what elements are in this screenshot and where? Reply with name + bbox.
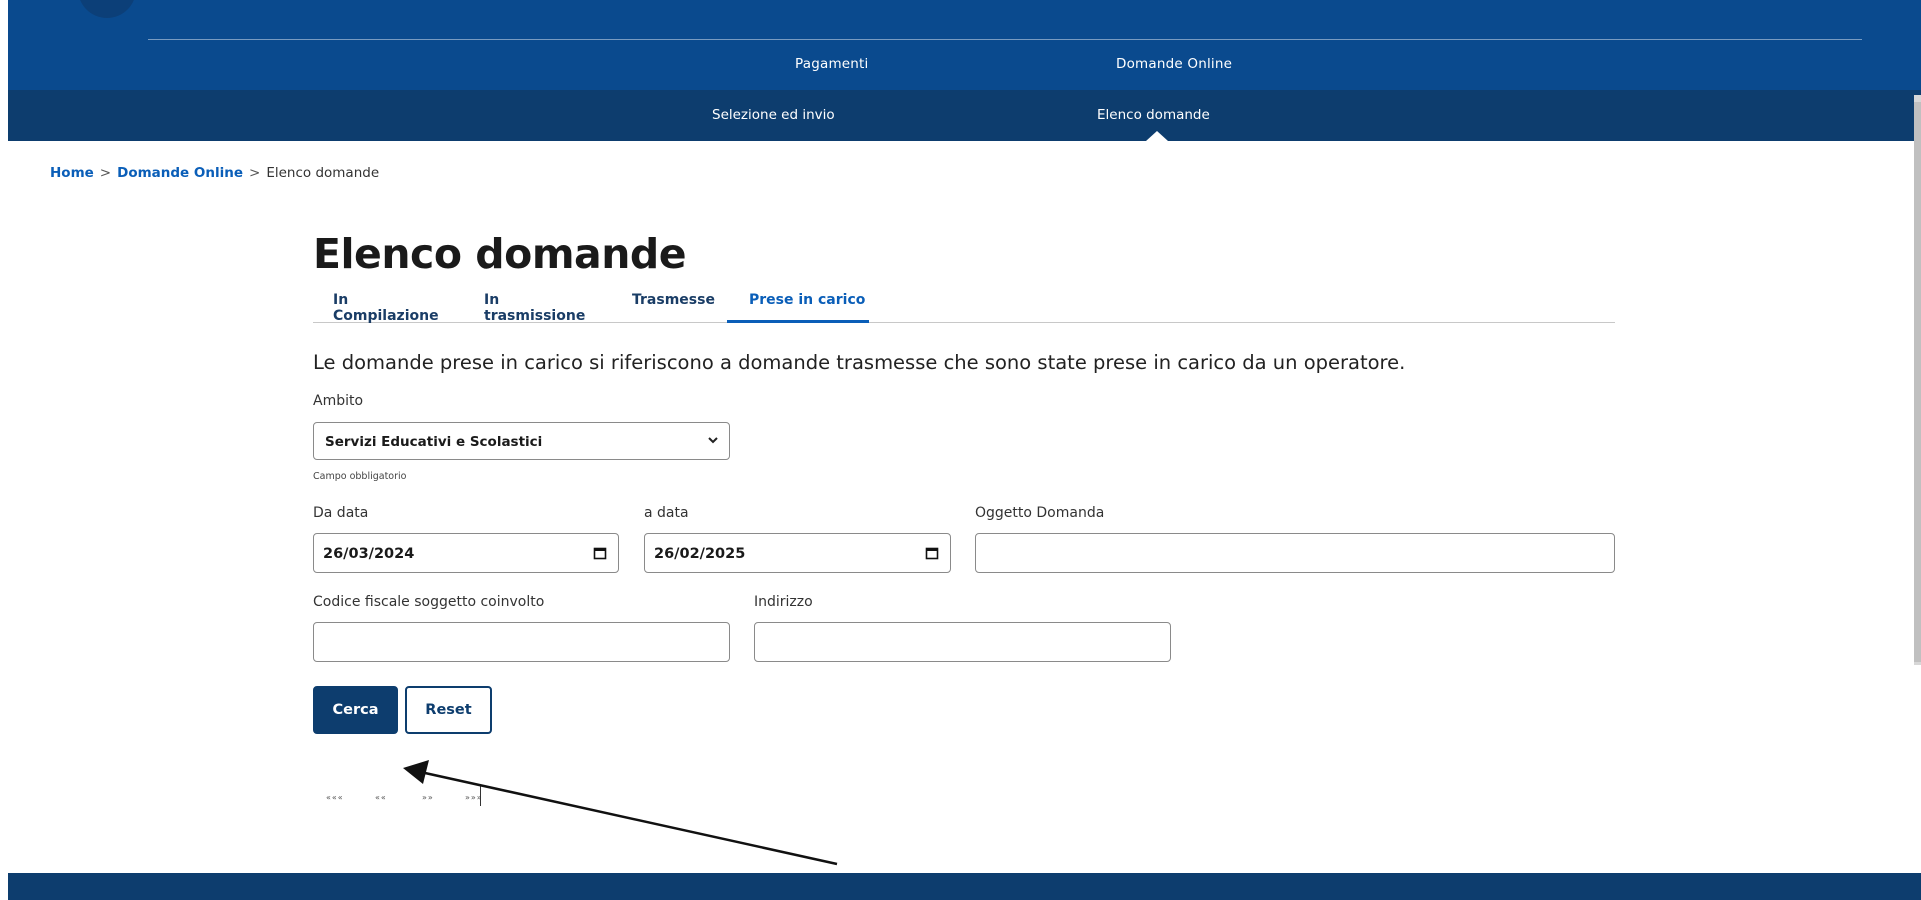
codice-fiscale-label: Codice fiscale soggetto coinvolto <box>313 594 545 610</box>
search-button[interactable]: Cerca <box>313 686 398 734</box>
tab-label: Prese in carico <box>749 292 866 308</box>
nav-domande-online[interactable]: Domande Online <box>1116 56 1232 72</box>
logo[interactable] <box>78 0 136 18</box>
a-data-label: a data <box>644 505 689 521</box>
intro-description: Le domande prese in carico si riferiscon… <box>313 351 1406 374</box>
a-data-value: 26/02/2025 <box>654 546 746 562</box>
pagination-first[interactable]: ««« <box>326 793 344 802</box>
breadcrumb-separator: > <box>249 165 261 181</box>
breadcrumb-current: Elenco domande <box>266 165 380 181</box>
text-cursor <box>480 786 481 806</box>
indirizzo-label: Indirizzo <box>754 594 813 610</box>
tab-in-compilazione[interactable]: In Compilazione <box>333 289 453 324</box>
chevron-down-icon <box>708 437 718 444</box>
footer <box>8 873 1921 900</box>
breadcrumb-separator: > <box>99 165 112 181</box>
pagination-next[interactable]: »» <box>422 793 434 802</box>
tab-prese-in-carico[interactable]: Prese in carico <box>727 289 869 323</box>
pagination-prev[interactable]: «« <box>375 793 387 802</box>
header-divider <box>148 39 1862 40</box>
status-tabs: In Compilazione In trasmissione Trasmess… <box>313 289 1615 324</box>
oggetto-domanda-label: Oggetto Domanda <box>975 505 1105 521</box>
ambito-label: Ambito <box>313 393 364 409</box>
required-field-hint: Campo obbligatorio <box>313 471 407 482</box>
a-data-input[interactable]: 26/02/2025 <box>644 533 951 573</box>
tab-label: Trasmesse <box>632 292 715 308</box>
scrollbar-thumb[interactable] <box>1914 102 1921 662</box>
ambito-selected-value: Servizi Educativi e Scolastici <box>325 434 543 450</box>
tab-label: In trasmissione <box>484 292 586 324</box>
sub-navigation-bar <box>8 90 1921 141</box>
tab-label: In Compilazione <box>333 292 439 324</box>
breadcrumb: Home > Domande Online > Elenco domande <box>50 165 379 181</box>
oggetto-domanda-input[interactable] <box>975 533 1615 573</box>
codice-fiscale-input[interactable] <box>313 622 730 662</box>
da-data-value: 26/03/2024 <box>323 546 415 562</box>
calendar-icon[interactable] <box>593 546 607 560</box>
page-title: Elenco domande <box>313 230 687 278</box>
da-data-label: Da data <box>313 505 369 521</box>
subnav-selezione-ed-invio[interactable]: Selezione ed invio <box>712 107 835 123</box>
da-data-input[interactable]: 26/03/2024 <box>313 533 619 573</box>
top-navigation-bar <box>8 0 1921 90</box>
tab-in-trasmissione[interactable]: In trasmissione <box>484 289 604 324</box>
calendar-icon[interactable] <box>925 546 939 560</box>
active-nav-indicator <box>1146 131 1168 141</box>
nav-pagamenti[interactable]: Pagamenti <box>795 56 869 72</box>
subnav-elenco-domande[interactable]: Elenco domande <box>1097 107 1210 123</box>
breadcrumb-domande-online[interactable]: Domande Online <box>117 165 243 181</box>
indirizzo-input[interactable] <box>754 622 1171 662</box>
tab-trasmesse[interactable]: Trasmesse <box>632 289 715 323</box>
reset-button[interactable]: Reset <box>405 686 492 734</box>
ambito-select[interactable]: Servizi Educativi e Scolastici <box>313 422 730 460</box>
breadcrumb-home[interactable]: Home <box>50 165 94 181</box>
